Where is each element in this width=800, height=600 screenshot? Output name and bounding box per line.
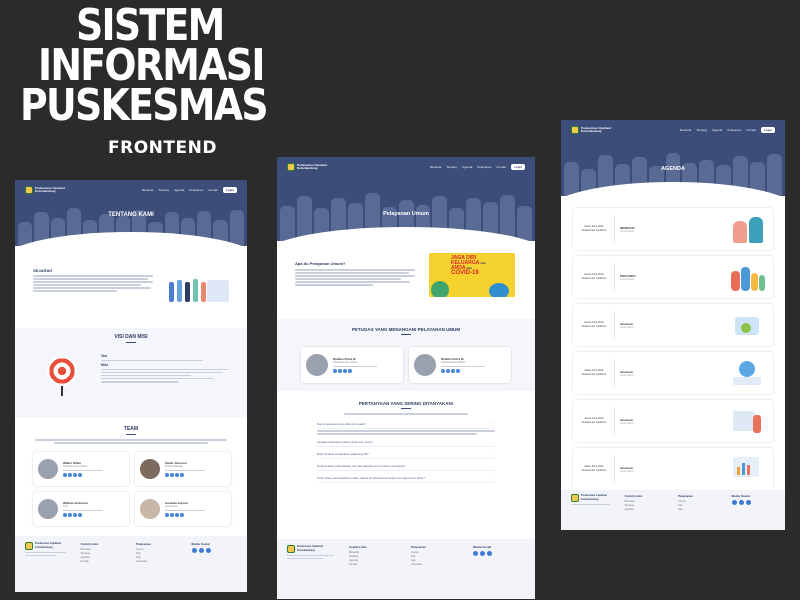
brand-city: Kota Bandung bbox=[297, 166, 318, 170]
covid-banner: JAGA DIRI KELUARGA dan ANDA dari COVID-1… bbox=[429, 253, 515, 297]
avatar bbox=[413, 353, 437, 377]
chevron-up-icon: ⌃ bbox=[492, 421, 495, 426]
chevron-down-icon: ⌄ bbox=[492, 451, 495, 456]
team-card: Amanda Jepson Accountant bbox=[135, 492, 231, 526]
brand-logo[interactable]: Puskesmas Cipaheut Kota Bandung bbox=[571, 126, 611, 134]
brand-logo[interactable]: Puskesmas Cipaheut Kota Bandung bbox=[25, 186, 65, 194]
login-button[interactable]: Login bbox=[510, 164, 525, 170]
nav-tentang[interactable]: Tentang bbox=[158, 188, 169, 192]
twitter-icon[interactable] bbox=[731, 500, 737, 505]
faq-item[interactable]: Non consectetur amet ulla proin quam? ⌃ bbox=[317, 420, 495, 429]
agenda-item[interactable]: Sabtu 25-6-2022 Puskesmas Cipaheut Imunis… bbox=[573, 448, 773, 490]
intro-title: Apa Itu Pelayanan Umum? bbox=[295, 261, 346, 266]
about-footer: Puskesmas Cipaheut Kota Bandung Useful Li… bbox=[15, 536, 247, 592]
agenda-page-mockup: Puskesmas Cipaheut Kota Bandung Beranda … bbox=[561, 120, 785, 530]
officer-card: Riskiko Putra M Chief Executive Officer bbox=[301, 347, 403, 383]
avatar bbox=[37, 498, 59, 520]
about-navbar: Puskesmas Cipaheut Kota Bandung Beranda … bbox=[25, 185, 237, 195]
faq-item[interactable]: Feugiat scelerisque varius morbi enim nu… bbox=[317, 438, 495, 447]
nav-kontak[interactable]: Kontak bbox=[496, 165, 505, 169]
chevron-down-icon: ⌄ bbox=[492, 439, 495, 444]
nav-beranda[interactable]: Beranda bbox=[680, 128, 691, 132]
target-illustration bbox=[47, 356, 77, 386]
vision-label: Visi bbox=[101, 354, 108, 358]
avatar bbox=[37, 458, 59, 480]
facebook-icon[interactable] bbox=[198, 548, 204, 553]
instagram-icon[interactable] bbox=[745, 500, 751, 505]
nav-agenda[interactable]: Agenda bbox=[712, 128, 722, 132]
instagram-icon[interactable] bbox=[487, 551, 492, 556]
puskesmas-logo-icon bbox=[571, 126, 579, 134]
twitter-icon[interactable] bbox=[191, 548, 197, 553]
facebook-icon[interactable] bbox=[480, 551, 485, 556]
analytics-illustration bbox=[729, 453, 767, 485]
report-illustration bbox=[729, 405, 767, 437]
nav-tentang[interactable]: Tentang bbox=[446, 165, 457, 169]
nav-pelayanan[interactable]: Pelayanan bbox=[727, 128, 741, 132]
page-title: AGENDA bbox=[661, 166, 685, 172]
login-button[interactable]: Login bbox=[760, 127, 775, 133]
agenda-page-header: Puskesmas Cipaheut Kota Bandung Beranda … bbox=[561, 120, 785, 196]
agenda-navbar: Puskesmas Cipaheut Kota Bandung Beranda … bbox=[571, 125, 775, 135]
showcase-subtitle: FRONTEND bbox=[108, 138, 217, 158]
nav-beranda[interactable]: Beranda bbox=[430, 165, 441, 169]
history-title: SEJARAH bbox=[33, 268, 53, 273]
health-check-illustration bbox=[729, 309, 767, 341]
avatar bbox=[305, 353, 329, 377]
nav-tentang[interactable]: Tentang bbox=[696, 128, 707, 132]
service-page-header: Puskesmas Cipaheut Kota Bandung Beranda … bbox=[277, 157, 535, 241]
faq-item[interactable]: Tortor vitae purus faucibus ornare. Vari… bbox=[317, 474, 495, 483]
puskesmas-logo-icon bbox=[25, 186, 33, 194]
family-illustration bbox=[729, 261, 767, 293]
showcase-title: SISTEM INFORMASI PUSKESMAS bbox=[14, 4, 314, 131]
page-title: TENTANG KAMI bbox=[108, 212, 154, 218]
medicine-illustration bbox=[729, 357, 767, 389]
agenda-item[interactable]: Senin 20-6-2022 Puskesmas Cipaheut IMUNIS… bbox=[573, 208, 773, 250]
team-card: Sarah Jhonson Product Manager bbox=[135, 452, 231, 486]
page-title: Pelayanan Umum bbox=[383, 211, 429, 217]
service-page-mockup: Puskesmas Cipaheut Kota Bandung Beranda … bbox=[277, 157, 535, 599]
mission-label: Misi bbox=[101, 363, 108, 368]
nav-pelayanan[interactable]: Pelayanan bbox=[189, 188, 203, 192]
agenda-footer: Puskesmas Cipaheut Kota Bandung Useful Li… bbox=[561, 490, 785, 530]
team-card: Walter White Chief Executive Officer bbox=[33, 452, 129, 486]
nav-kontak[interactable]: Kontak bbox=[746, 128, 755, 132]
login-button[interactable]: Login bbox=[222, 187, 237, 193]
history-illustration bbox=[165, 272, 233, 308]
agenda-item[interactable]: Rabu 22-6-2022 Puskesmas Cipaheut Imunisa… bbox=[573, 352, 773, 394]
agenda-item[interactable]: Kamis 23-6-2022 Puskesmas Cipaheut Imunis… bbox=[573, 304, 773, 346]
puskesmas-logo-icon bbox=[287, 163, 295, 171]
brand-city: Kota Bandung bbox=[581, 129, 602, 133]
avatar bbox=[139, 458, 161, 480]
brand-city: Kota Bandung bbox=[35, 189, 56, 193]
twitter-icon[interactable] bbox=[473, 551, 478, 556]
nav-agenda[interactable]: Agenda bbox=[462, 165, 472, 169]
vaccination-illustration bbox=[729, 213, 767, 245]
about-page-mockup: Puskesmas Cipaheut Kota Bandung Beranda … bbox=[15, 180, 247, 592]
chevron-down-icon: ⌄ bbox=[492, 463, 495, 468]
brand-logo[interactable]: Puskesmas Cipaheut Kota Bandung bbox=[287, 163, 327, 171]
faq-item[interactable]: Dolor sit amet consectetur adipiscing el… bbox=[317, 450, 495, 459]
facebook-icon[interactable] bbox=[738, 500, 744, 505]
instagram-icon[interactable] bbox=[205, 548, 211, 553]
service-footer: Puskesmas Cipaheut Kota Bandung Useful Li… bbox=[277, 539, 535, 599]
service-navbar: Puskesmas Cipaheut Kota Bandung Beranda … bbox=[287, 162, 525, 172]
vision-mission-title: VISI DAN MISI bbox=[114, 334, 148, 340]
nav-kontak[interactable]: Kontak bbox=[208, 188, 217, 192]
title-line-3: PUSKESMAS bbox=[20, 80, 269, 131]
nav-pelayanan[interactable]: Pelayanan bbox=[477, 165, 491, 169]
about-page-header: Puskesmas Cipaheut Kota Bandung Beranda … bbox=[15, 180, 247, 246]
faq-title: PERTANYAAN YANG SERING DITANYAKAN! bbox=[358, 401, 454, 406]
team-title: TEAM bbox=[123, 426, 139, 432]
chevron-down-icon: ⌄ bbox=[492, 475, 495, 480]
nav-beranda[interactable]: Beranda bbox=[142, 188, 153, 192]
team-card: William Anderson CTO bbox=[33, 492, 129, 526]
agenda-item[interactable]: Jumat 24-6-2022 Puskesmas Cipaheut Imunis… bbox=[573, 400, 773, 442]
officer-card: Riskiko Putra M Chief Executive Officer bbox=[409, 347, 511, 383]
officers-title: PETUGAS YANG MENANGANI PELAYANAN UMUM bbox=[351, 327, 461, 332]
agenda-item[interactable]: Kamis 23-6-2022 Puskesmas Cipaheut POSYAN… bbox=[573, 256, 773, 298]
faq-item[interactable]: Tempus quam pellentesque nec nam aliquam… bbox=[317, 462, 495, 471]
nav-agenda[interactable]: Agenda bbox=[174, 188, 184, 192]
avatar bbox=[139, 498, 161, 520]
